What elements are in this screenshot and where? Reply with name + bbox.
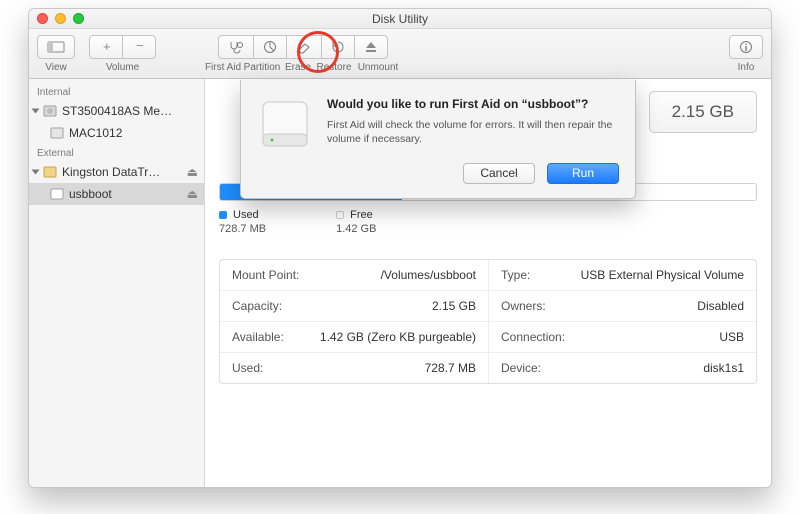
svg-text:+: + <box>103 41 111 53</box>
sidebar: Internal ST3500418AS Me… MAC1012 Externa… <box>29 79 205 487</box>
info-row-owners: Owners:Disabled <box>488 291 756 322</box>
first-aid-button[interactable] <box>218 35 254 59</box>
info-row-available: Available:1.42 GB (Zero KB purgeable) <box>220 322 488 353</box>
info-icon <box>739 40 753 54</box>
info-row-type: Type:USB External Physical Volume <box>488 260 756 291</box>
view-button[interactable] <box>37 35 75 59</box>
run-button[interactable]: Run <box>547 163 619 184</box>
svg-text:−: − <box>136 41 144 53</box>
info-row-connection: Connection:USB <box>488 322 756 353</box>
minimize-button[interactable] <box>55 13 66 24</box>
info-row-device: Device:disk1s1 <box>488 353 756 383</box>
sidebar-item-label: usbboot <box>69 187 183 201</box>
partition-button[interactable] <box>254 35 287 59</box>
eject-icon[interactable]: ⏏ <box>187 165 198 179</box>
first-aid-dialog: Would you like to run First Aid on “usbb… <box>240 80 636 199</box>
unmount-label: Unmount <box>354 62 402 73</box>
info-label: Info <box>738 62 755 73</box>
info-row-capacity: Capacity:2.15 GB <box>220 291 488 322</box>
restore-button[interactable] <box>322 35 355 59</box>
sidebar-item-label: ST3500418AS Me… <box>62 104 198 118</box>
sidebar-item-label: Kingston DataTr… <box>62 165 183 179</box>
used-label: Used <box>233 209 259 221</box>
eject-icon[interactable]: ⏏ <box>187 187 198 201</box>
volume-label: Volume <box>106 62 139 73</box>
close-button[interactable] <box>37 13 48 24</box>
sidebar-item-internal-disk[interactable]: ST3500418AS Me… <box>29 100 204 122</box>
volume-add-button[interactable]: + <box>89 35 123 59</box>
sidebar-item-usbboot[interactable]: usbboot ⏏ <box>29 183 204 205</box>
sidebar-item-label: MAC1012 <box>69 126 198 140</box>
volume-icon <box>49 125 65 141</box>
cancel-button[interactable]: Cancel <box>463 163 535 184</box>
sidebar-item-external-disk[interactable]: Kingston DataTr… ⏏ <box>29 161 204 183</box>
window: Disk Utility View + − Volume <box>28 8 772 488</box>
dialog-message: First Aid will check the volume for erro… <box>327 118 619 146</box>
drive-icon <box>257 96 313 152</box>
erase-label: Erase <box>282 62 314 73</box>
sidebar-head-external: External <box>29 144 204 161</box>
info-button[interactable] <box>729 35 763 59</box>
eject-icon <box>364 40 378 54</box>
swatch-free <box>336 211 344 219</box>
free-value: 1.42 GB <box>336 223 376 235</box>
capacity-badge: 2.15 GB <box>649 91 757 133</box>
first-aid-label: First Aid <box>204 62 242 73</box>
used-value: 728.7 MB <box>219 223 266 235</box>
stethoscope-icon <box>228 40 244 54</box>
sidebar-head-internal: Internal <box>29 83 204 100</box>
volume-external-icon <box>49 186 65 202</box>
partition-label: Partition <box>242 62 282 73</box>
window-title: Disk Utility <box>372 12 428 26</box>
dialog-title: Would you like to run First Aid on “usbb… <box>327 96 619 112</box>
erase-button[interactable] <box>287 35 322 59</box>
toolbar: View + − Volume First Aid Partition Eras… <box>29 29 771 79</box>
fullscreen-button[interactable] <box>73 13 84 24</box>
free-label: Free <box>350 209 373 221</box>
restore-icon <box>331 40 345 54</box>
info-row-mount: Mount Point:/Volumes/usbboot <box>220 260 488 291</box>
volume-remove-button[interactable]: − <box>123 35 156 59</box>
pie-icon <box>263 40 277 54</box>
hdd-icon <box>42 103 58 119</box>
disclosure-icon[interactable] <box>32 109 40 114</box>
sidebar-item-mac1012[interactable]: MAC1012 <box>29 122 204 144</box>
unmount-button[interactable] <box>355 35 388 59</box>
disclosure-icon[interactable] <box>32 170 40 175</box>
info-grid: Mount Point:/Volumes/usbboot Type:USB Ex… <box>219 259 757 384</box>
info-row-used: Used:728.7 MB <box>220 353 488 383</box>
titlebar: Disk Utility <box>29 9 771 29</box>
restore-label: Restore <box>314 62 354 73</box>
swatch-used <box>219 211 227 219</box>
view-label: View <box>45 62 67 73</box>
eraser-icon <box>296 40 312 54</box>
usb-disk-icon <box>42 164 58 180</box>
